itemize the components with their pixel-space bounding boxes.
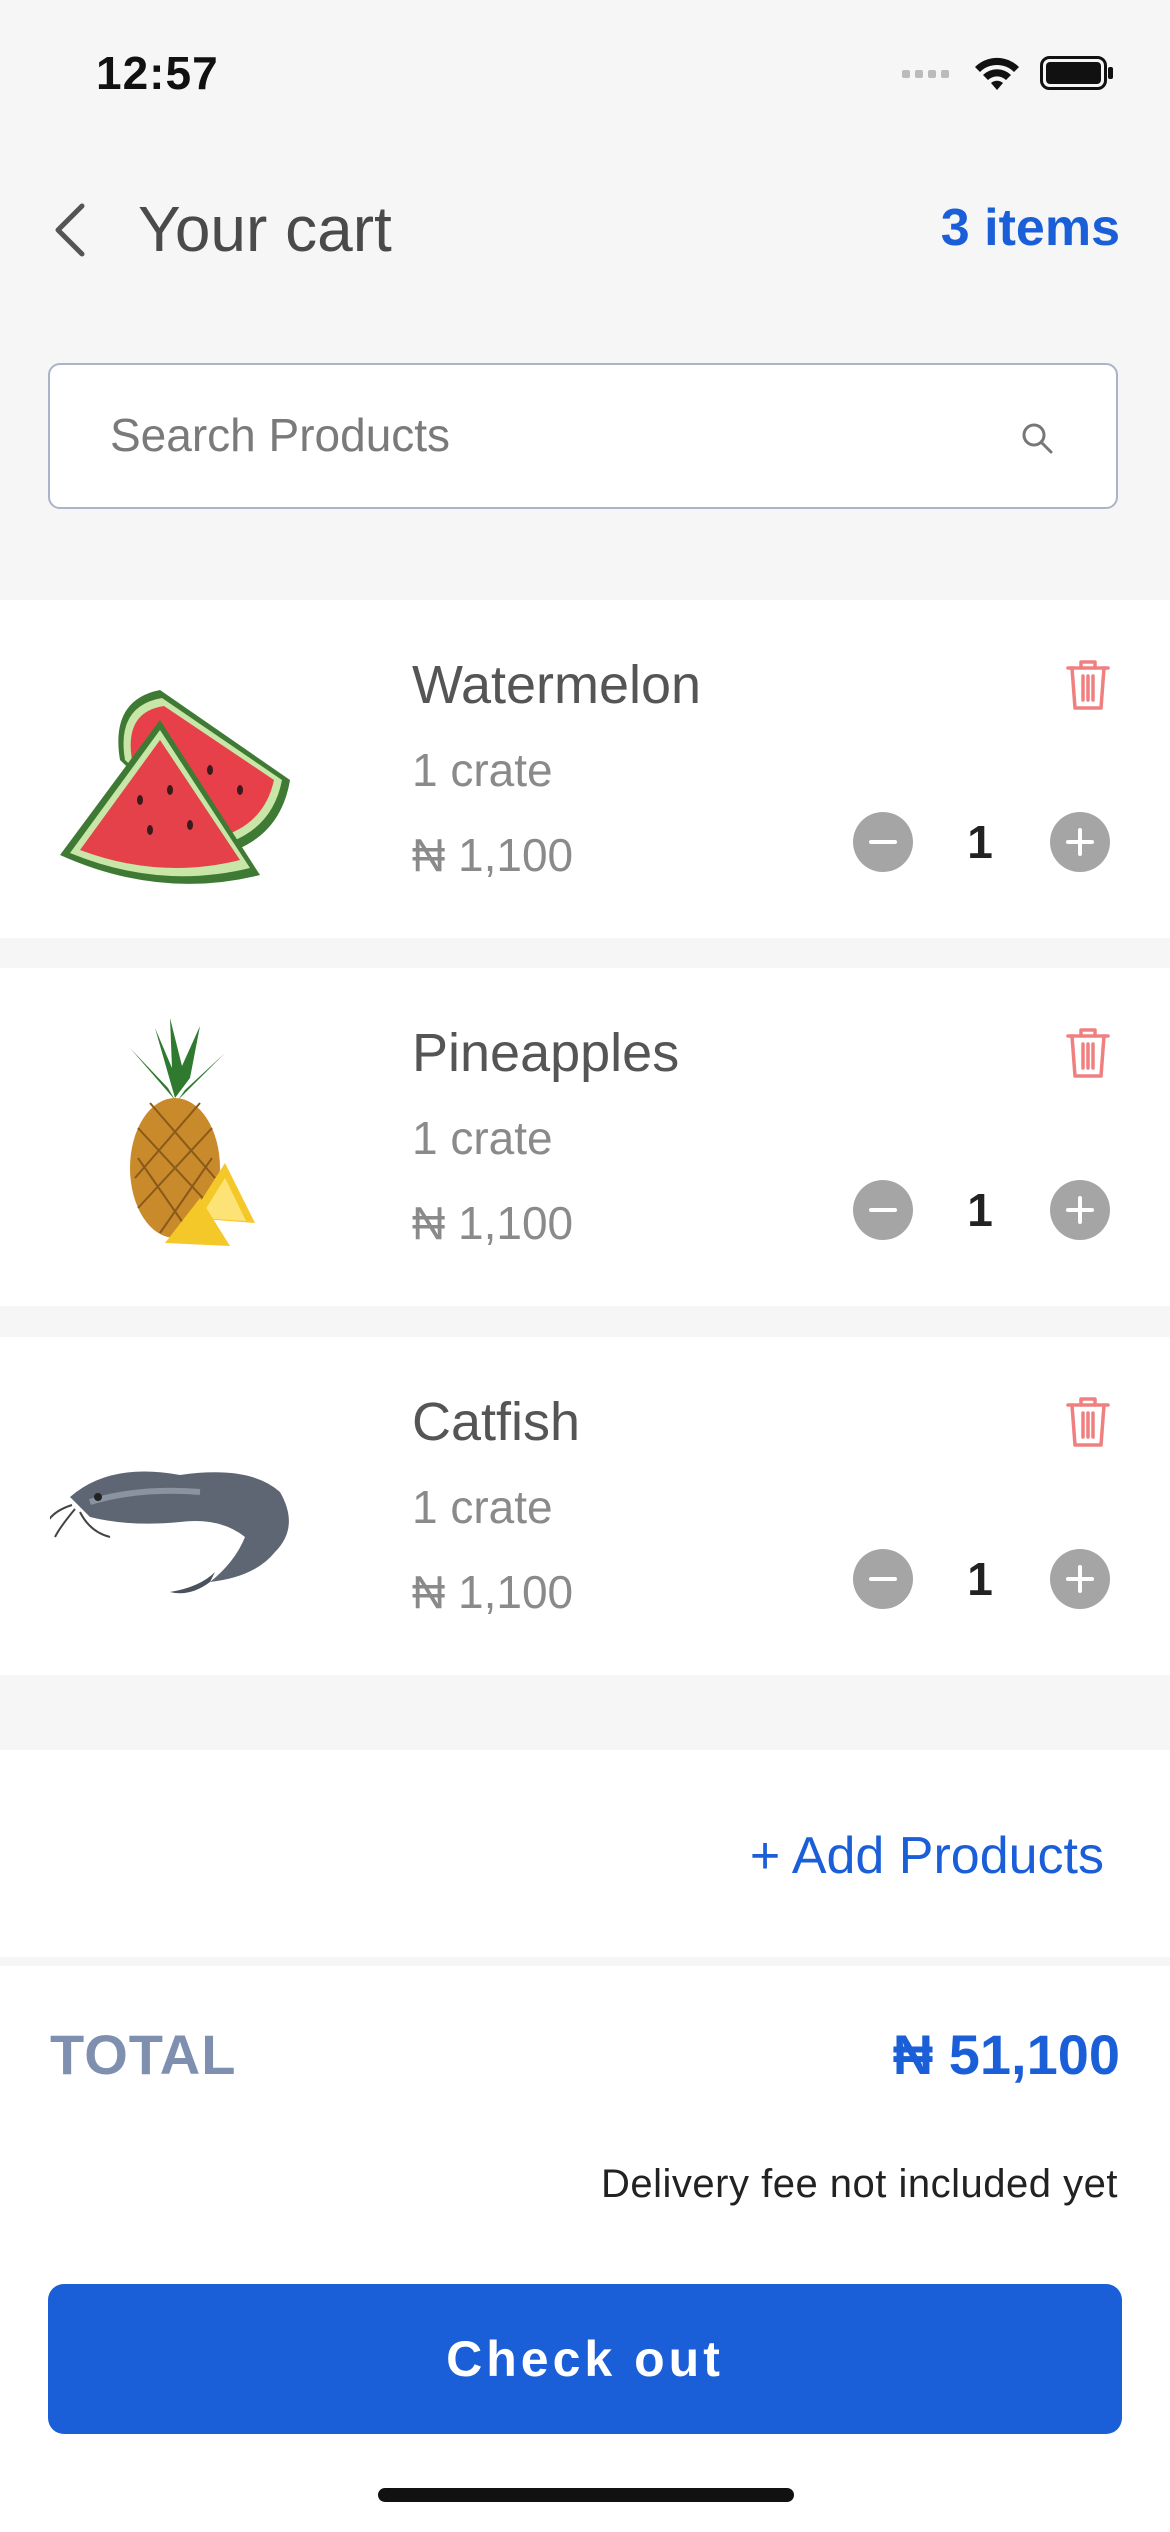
- quantity-value: 1: [967, 1184, 993, 1236]
- total-label: TOTAL: [50, 2023, 237, 2086]
- status-time: 12:57: [96, 47, 219, 99]
- increase-quantity-button[interactable]: [1050, 812, 1110, 872]
- decrease-quantity-button[interactable]: [853, 812, 913, 872]
- trash-icon[interactable]: [1064, 1024, 1112, 1080]
- product-price: ₦ 1,100: [412, 1197, 574, 1249]
- back-button[interactable]: [40, 200, 100, 260]
- product-unit: 1 crate: [412, 1112, 553, 1164]
- product-name: Catfish: [412, 1392, 581, 1452]
- home-indicator: [378, 2488, 794, 2502]
- trash-icon[interactable]: [1064, 656, 1112, 712]
- status-bar: 12:57: [0, 0, 1170, 150]
- total-amount: ₦ 51,100: [892, 2023, 1120, 2086]
- add-products-section: + Add Products: [0, 1750, 1170, 1957]
- items-count: 3 items: [940, 199, 1120, 257]
- decrease-quantity-button[interactable]: [853, 1180, 913, 1240]
- catfish-image: [50, 1471, 289, 1594]
- quantity-value: 1: [967, 816, 993, 868]
- page-title: Your cart: [138, 193, 392, 265]
- header: Your cart 3 items: [0, 170, 1170, 290]
- chevron-left-icon: [55, 203, 85, 257]
- cart-item-catfish: Catfish 1 crate ₦ 1,100 1: [0, 1337, 1170, 1675]
- increase-quantity-button[interactable]: [1050, 1549, 1110, 1609]
- quantity-value: 1: [967, 1553, 993, 1605]
- product-name: Pineapples: [412, 1023, 680, 1083]
- wifi-icon: [975, 57, 1019, 90]
- status-icons: [902, 54, 1114, 92]
- product-unit: 1 crate: [412, 1481, 553, 1533]
- total-section: TOTAL ₦ 51,100 Delivery fee not included…: [0, 1966, 1170, 2532]
- product-price: ₦ 1,100: [412, 1566, 574, 1618]
- battery-icon: [1040, 56, 1113, 90]
- search-input[interactable]: [110, 365, 1010, 505]
- trash-icon[interactable]: [1064, 1393, 1112, 1449]
- product-price: ₦ 1,100: [412, 829, 574, 881]
- delivery-fee-note: Delivery fee not included yet: [601, 2162, 1118, 2206]
- cart-item-pineapples: Pineapples 1 crate ₦ 1,100 1: [0, 968, 1170, 1306]
- cellular-signal-icon: [902, 70, 949, 78]
- product-unit: 1 crate: [412, 744, 553, 796]
- search-icon[interactable]: [1020, 421, 1054, 455]
- add-products-link[interactable]: + Add Products: [750, 1826, 1104, 1886]
- checkout-button[interactable]: Check out: [48, 2284, 1122, 2434]
- watermelon-image: [60, 690, 290, 884]
- cart-item-watermelon: Watermelon 1 crate ₦ 1,100 1: [0, 600, 1170, 938]
- increase-quantity-button[interactable]: [1050, 1180, 1110, 1240]
- decrease-quantity-button[interactable]: [853, 1549, 913, 1609]
- product-name: Watermelon: [412, 655, 702, 715]
- search-bar: [48, 363, 1118, 509]
- pineapple-image: [130, 1018, 255, 1246]
